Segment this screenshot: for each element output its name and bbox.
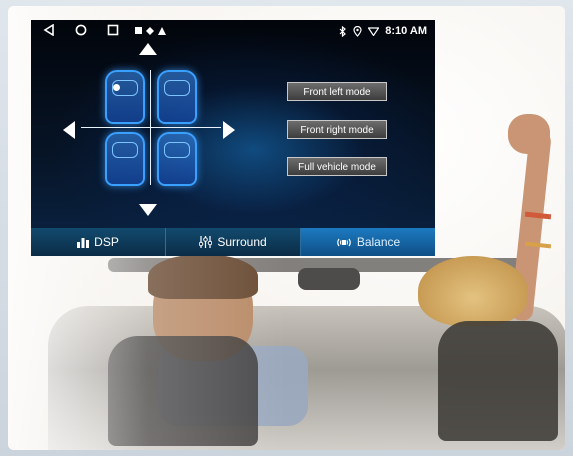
clock: 8:10 AM — [385, 25, 427, 37]
seat-rear-right — [157, 132, 197, 186]
front-right-mode-button[interactable]: Front right mode — [287, 120, 387, 139]
front-left-mode-button[interactable]: Front left mode — [287, 82, 387, 101]
bluetooth-icon — [339, 25, 347, 37]
tab-balance[interactable]: Balance — [301, 228, 435, 256]
arrow-down-icon[interactable] — [139, 204, 157, 216]
full-vehicle-mode-button[interactable]: Full vehicle mode — [287, 157, 387, 176]
notification-icon-2 — [146, 27, 154, 35]
recents-icon[interactable] — [107, 24, 119, 36]
arrow-up-icon[interactable] — [139, 43, 157, 55]
status-bar: 8:10 AM — [31, 20, 435, 44]
page-frame: 8:10 AM Front left mode Front right mode… — [0, 0, 573, 456]
balance-horizontal-line — [81, 127, 221, 128]
seat-front-left — [105, 70, 145, 124]
nav-buttons — [43, 24, 119, 36]
arrow-right-icon[interactable] — [223, 121, 235, 139]
sliders-icon — [199, 236, 213, 248]
tab-dsp-label: DSP — [94, 235, 119, 249]
head-unit-screen: 8:10 AM Front left mode Front right mode… — [31, 20, 435, 256]
equalizer-bars-icon — [77, 237, 90, 248]
notification-icon-1 — [135, 27, 142, 34]
balance-position-dot[interactable] — [113, 84, 120, 91]
tab-surround[interactable]: Surround — [166, 228, 301, 256]
tab-bar: DSP Surround Balance — [31, 228, 435, 256]
tab-dsp[interactable]: DSP — [31, 228, 166, 256]
seat-front-right — [157, 70, 197, 124]
speaker-waves-icon — [336, 238, 351, 246]
status-right: 8:10 AM — [339, 25, 427, 37]
notification-icons — [135, 27, 166, 35]
wifi-icon — [368, 26, 380, 36]
seat-rear-left — [105, 132, 145, 186]
home-icon[interactable] — [75, 24, 87, 36]
tab-balance-label: Balance — [356, 235, 401, 249]
balance-seat-grid[interactable] — [81, 70, 221, 186]
warning-icon — [158, 27, 166, 35]
back-icon[interactable] — [43, 24, 55, 36]
location-icon — [353, 25, 362, 37]
tab-surround-label: Surround — [217, 235, 267, 249]
arrow-left-icon[interactable] — [63, 121, 75, 139]
